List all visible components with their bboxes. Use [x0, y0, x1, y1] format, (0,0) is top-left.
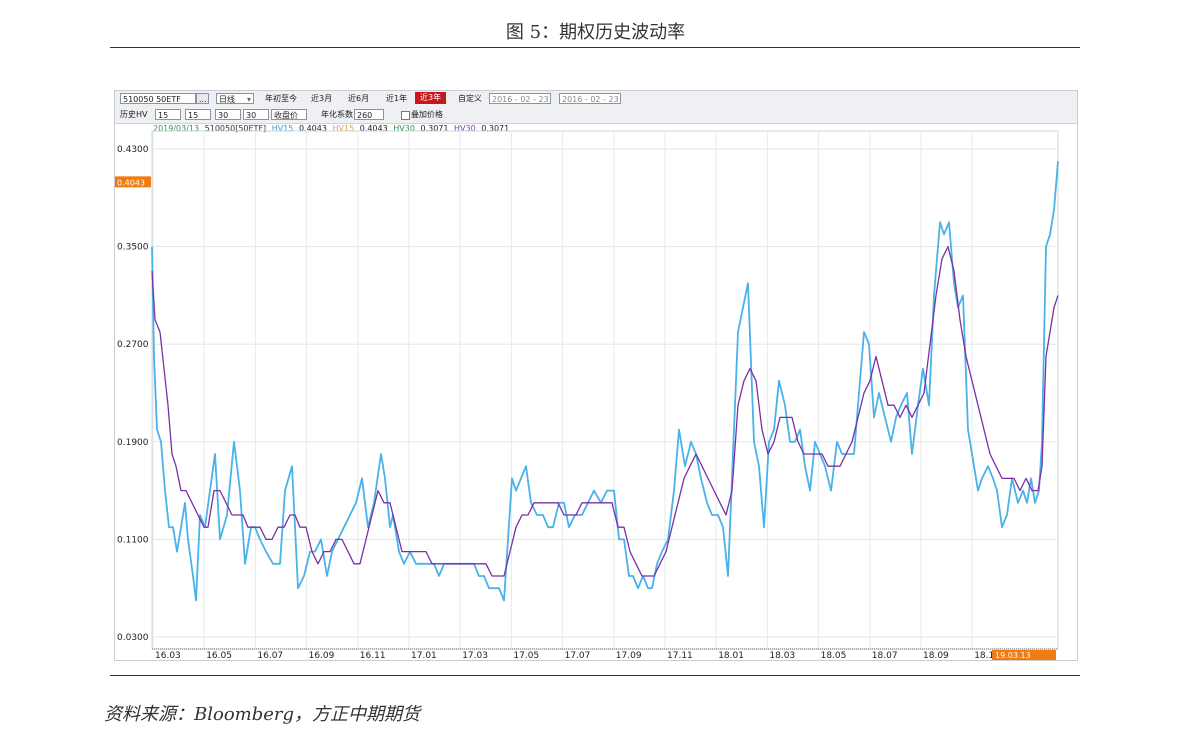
- current-date-label: 19.03.13: [995, 651, 1031, 660]
- x-tick-label: 17.11: [667, 651, 693, 660]
- chart-window: 510050 50ETF ... 日线 ▾ 年初至今 近3月 近6月 近1年 近…: [114, 90, 1078, 661]
- figure-title: 图 5：期权历史波动率: [505, 22, 686, 43]
- x-tick-label: 18.07: [872, 651, 898, 660]
- y-tick-label: 0.2700: [117, 340, 149, 350]
- x-tick-label: 16.05: [206, 651, 232, 660]
- y-tick-label: 0.0300: [117, 633, 149, 643]
- series-line-hv15: [151, 161, 1059, 602]
- source-note: 资料来源：Bloomberg，方正中期期货: [104, 704, 421, 725]
- x-tick-label: 16.09: [309, 651, 335, 660]
- y-tick-label: 0.1900: [117, 438, 149, 448]
- series-line-hv30: [151, 245, 1059, 577]
- plot-frame: [151, 130, 1059, 650]
- x-tick-label: 16.07: [257, 651, 283, 660]
- x-tick-label: 17.03: [462, 651, 488, 660]
- x-tick-label: 17.05: [513, 651, 539, 660]
- volatility-chart[interactable]: 0.0300 0.1100 0.1900 0.2700 0.3500 0.4300 16.0…: [115, 91, 1077, 660]
- y-tick-label: 0.3500: [117, 243, 149, 253]
- x-tick-label: 17.09: [616, 651, 642, 660]
- y-tick-label: 0.4300: [117, 145, 149, 155]
- x-tick-label: 16.03: [155, 651, 181, 660]
- x-tick-label: 18.05: [821, 651, 847, 660]
- x-tick-label: 18.03: [769, 651, 795, 660]
- x-tick-label: 17.01: [411, 651, 437, 660]
- x-tick-label: 18.01: [718, 651, 744, 660]
- x-tick-label: 16.11: [360, 651, 386, 660]
- bottom-rule: [110, 675, 1080, 676]
- x-tick-label: 17.07: [565, 651, 591, 660]
- current-value-label: 0.4043: [117, 178, 145, 187]
- y-tick-label: 0.1100: [117, 535, 149, 545]
- top-rule: [110, 47, 1080, 48]
- x-tick-label: 18.09: [923, 651, 949, 660]
